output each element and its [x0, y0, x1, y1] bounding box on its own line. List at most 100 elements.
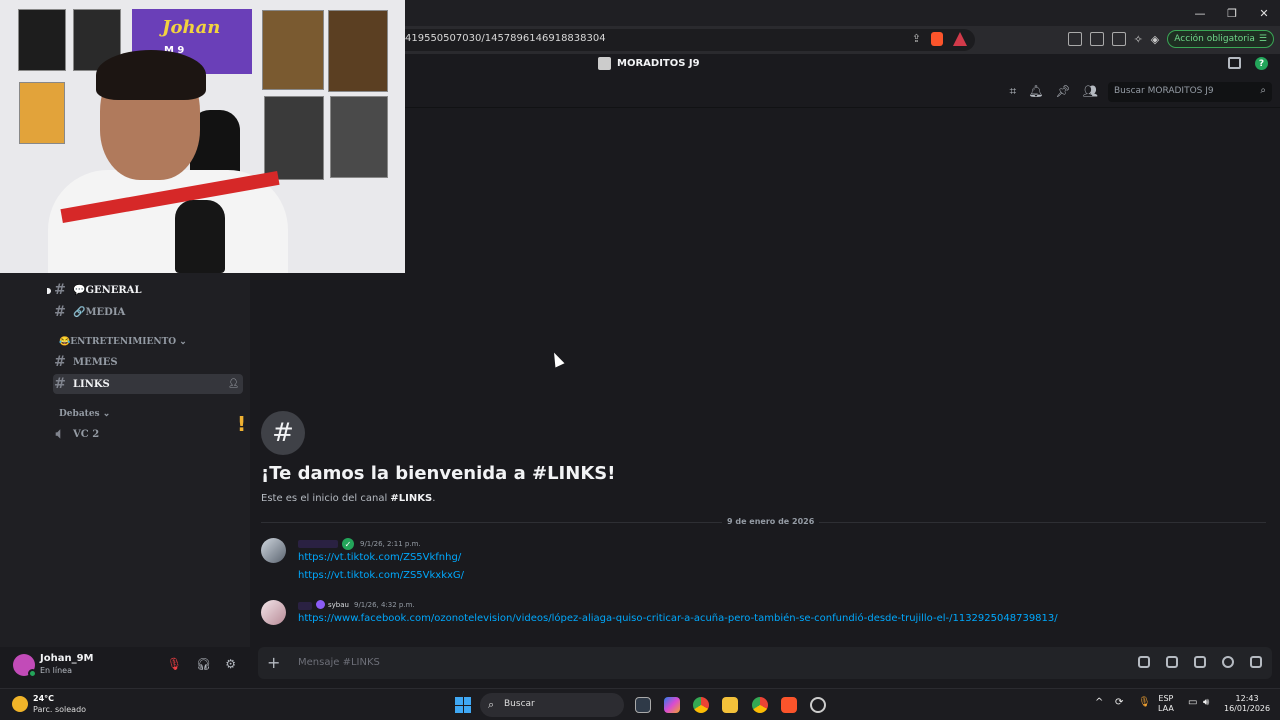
- task-view-icon[interactable]: [635, 697, 651, 713]
- alert-icon: !: [237, 412, 247, 436]
- url-text: 419550507030/1457896146918838304: [405, 33, 606, 44]
- clock[interactable]: 12:43 16/01/2026: [1224, 694, 1270, 714]
- close-button[interactable]: ✕: [1248, 0, 1280, 26]
- weather-icon[interactable]: [12, 696, 28, 712]
- avatar[interactable]: [261, 538, 286, 563]
- search-placeholder: Buscar MORADITOS J9: [1114, 86, 1214, 96]
- gift-icon[interactable]: [1138, 656, 1150, 668]
- role-label: sybau: [328, 600, 349, 609]
- channel-memes[interactable]: # MEMES: [53, 352, 243, 372]
- username[interactable]: Johan_9M: [40, 653, 94, 664]
- message-link[interactable]: https://www.facebook.com/ozonotelevision…: [298, 613, 1058, 624]
- message-composer[interactable]: + Mensaje #LINKS: [258, 647, 1272, 679]
- wallet-icon[interactable]: [1111, 32, 1126, 46]
- sticker-icon[interactable]: [1194, 656, 1206, 668]
- emoji-icon[interactable]: [1222, 656, 1234, 668]
- language-indicator[interactable]: ESP LAA: [1158, 694, 1174, 714]
- weather-description[interactable]: Parc. soleado: [33, 705, 86, 714]
- verified-badge-icon: ✓: [342, 538, 354, 550]
- portrait-image: [328, 10, 388, 92]
- share-icon[interactable]: ⇪: [912, 32, 921, 46]
- username-redacted[interactable]: [298, 540, 338, 548]
- hash-icon: #: [54, 304, 66, 320]
- inbox-icon[interactable]: [1228, 57, 1241, 69]
- channel-media[interactable]: # 🔗MEDIA: [53, 302, 243, 322]
- action-required-button[interactable]: Acción obligatoria ☰: [1167, 30, 1274, 48]
- copilot-icon[interactable]: [664, 697, 680, 713]
- microphone-muted-icon[interactable]: 🎙︎: [167, 657, 182, 671]
- sync-icon[interactable]: ⟳: [1115, 698, 1123, 708]
- server-title: MORADITOS J9: [598, 57, 700, 70]
- search-icon: ⌕: [1260, 85, 1266, 96]
- hash-icon: #: [54, 354, 66, 370]
- welcome-sub-suffix: .: [432, 493, 436, 504]
- action-required-label: Acción obligatoria: [1174, 34, 1255, 44]
- restore-button[interactable]: ❐: [1216, 0, 1248, 26]
- user-panel: Johan_9M En línea 🎙︎ 🎧︎ ⚙: [0, 647, 250, 683]
- apps-icon[interactable]: [1250, 656, 1262, 668]
- channel-hash-icon: #: [261, 411, 305, 455]
- headphones-icon[interactable]: 🎧︎: [196, 657, 211, 671]
- vpn-icon[interactable]: ◈: [1151, 33, 1159, 46]
- window-controls: — ❐ ✕: [1184, 0, 1280, 26]
- leo-ai-icon[interactable]: ✧: [1134, 33, 1143, 46]
- person-hair: [96, 50, 206, 100]
- invite-member-icon[interactable]: 👤︎: [228, 379, 239, 389]
- weather-temperature[interactable]: 24°C: [33, 694, 54, 703]
- portrait-image: [262, 10, 324, 90]
- menu-icon: ☰: [1258, 34, 1267, 44]
- brave-browser-icon[interactable]: [781, 697, 797, 713]
- language-top: ESP: [1158, 694, 1174, 703]
- taskbar-search[interactable]: ⌕ Buscar: [480, 693, 624, 717]
- sidebar-icon[interactable]: [1089, 32, 1104, 46]
- server-icon: [598, 57, 611, 70]
- portrait-image: [264, 96, 324, 180]
- message-link[interactable]: https://vt.tiktok.com/ZS5VkxkxG/: [298, 570, 464, 581]
- address-bar[interactable]: 419550507030/1457896146918838304 ⇪: [395, 29, 975, 51]
- microphone-tray-icon[interactable]: 🎙︎: [1138, 698, 1151, 708]
- windows-start-icon[interactable]: [455, 697, 471, 713]
- welcome-title: ¡Te damos la bienvenida a #LINKS!: [261, 463, 616, 484]
- chrome-icon[interactable]: [693, 697, 709, 713]
- channel-label: 💬GENERAL: [73, 284, 142, 296]
- channel-label: VC 2: [73, 428, 100, 440]
- file-explorer-icon[interactable]: [722, 697, 738, 713]
- gear-icon[interactable]: ⚙: [225, 657, 236, 671]
- voice-channel-vc2[interactable]: 🔈︎ VC 2: [53, 424, 243, 444]
- screenshot-icon[interactable]: [1067, 32, 1082, 46]
- category-debates[interactable]: Debates ⌄: [59, 409, 110, 419]
- help-icon[interactable]: ?: [1255, 57, 1268, 70]
- welcome-subtitle: Este es el inicio del canal #LINKS.: [261, 493, 435, 504]
- clock-date: 16/01/2026: [1224, 704, 1271, 713]
- hash-icon: #: [54, 282, 66, 298]
- threads-icon[interactable]: ⌗: [1010, 84, 1017, 99]
- poster-image: [19, 82, 65, 144]
- taskbar: 24°C Parc. soleado ⌕ Buscar ^ ⟳ 🎙︎ ESP L…: [0, 688, 1280, 720]
- brave-rewards-icon[interactable]: [953, 32, 967, 46]
- category-entertainment[interactable]: 😂ENTRETENIMIENTO ⌄: [59, 337, 187, 347]
- chevron-up-icon[interactable]: ^: [1095, 698, 1103, 708]
- notification-bell-icon[interactable]: 🔔︎: [1028, 84, 1043, 99]
- channel-sidebar: [0, 273, 250, 647]
- username-redacted[interactable]: [298, 602, 312, 610]
- poster-image: [18, 9, 66, 71]
- gif-icon[interactable]: [1166, 656, 1178, 668]
- channel-label: 🔗MEDIA: [73, 306, 126, 318]
- welcome-sub-prefix: Este es el inicio del canal: [261, 493, 391, 504]
- pin-icon[interactable]: 📌︎: [1056, 84, 1071, 99]
- members-icon[interactable]: 👥︎: [1083, 84, 1098, 99]
- speaker-icon: 🔈︎: [55, 426, 65, 442]
- channel-label: MEMES: [73, 356, 118, 368]
- brave-shields-icon[interactable]: [931, 32, 943, 46]
- message-link[interactable]: https://vt.tiktok.com/ZS5Vkfnhg/: [298, 552, 461, 563]
- network-icon[interactable]: ▭: [1188, 698, 1197, 708]
- search-input[interactable]: Buscar MORADITOS J9 ⌕: [1108, 82, 1272, 102]
- attach-plus-icon[interactable]: +: [267, 653, 280, 672]
- recording-app-icon[interactable]: [810, 697, 826, 713]
- avatar[interactable]: [261, 600, 286, 625]
- volume-icon[interactable]: 🔊︎: [1203, 698, 1209, 708]
- minimize-button[interactable]: —: [1184, 0, 1216, 26]
- channel-general[interactable]: # 💬GENERAL: [53, 280, 243, 300]
- chrome-profile-icon[interactable]: [752, 697, 768, 713]
- channel-links[interactable]: # LINKS: [53, 374, 243, 394]
